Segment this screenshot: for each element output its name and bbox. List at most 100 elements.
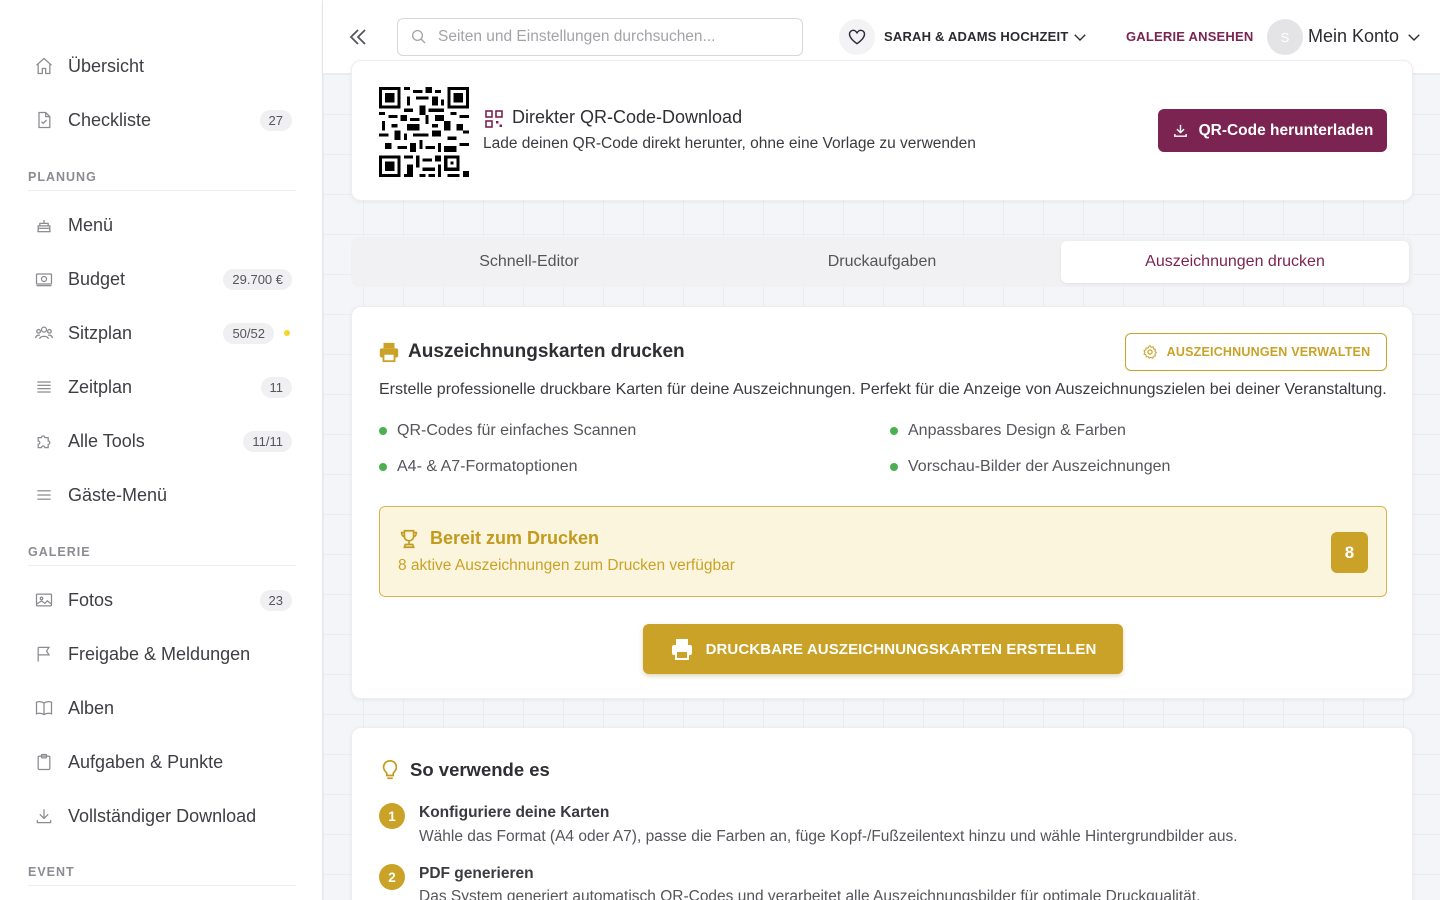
sidebar-item-label: Checkliste xyxy=(68,109,152,130)
step-number: 1 xyxy=(379,803,405,829)
step-number: 2 xyxy=(379,864,405,890)
image-icon xyxy=(28,584,60,616)
feature-item: Anpassbares Design & Farben xyxy=(890,422,1126,440)
step-title: Konfiguriere deine Karten xyxy=(419,804,610,821)
trophy-icon xyxy=(400,529,418,549)
amount-badge: 29.700 € xyxy=(223,268,292,290)
feature-text: QR-Codes für einfaches Scannen xyxy=(397,422,637,439)
search-box[interactable] xyxy=(397,18,803,56)
feature-text: Vorschau-Bilder der Auszeichnungen xyxy=(908,458,1171,475)
event-dropdown-toggle[interactable] xyxy=(1071,28,1089,51)
tab-bar: Schnell-Editor Druckaufgaben Auszeichnun… xyxy=(351,237,1413,287)
account-dropdown-toggle[interactable] xyxy=(1405,28,1423,51)
awards-print-card: Auszeichnungskarten drucken AUSZEICHNUNG… xyxy=(351,306,1413,699)
divider xyxy=(28,885,296,886)
ready-count-badge: 8 xyxy=(1331,532,1368,573)
sidebar-item-label: Übersicht xyxy=(68,55,145,76)
sidebar-item-albums[interactable]: Alben xyxy=(28,688,292,728)
bullet-dot xyxy=(379,463,387,471)
sidebar-item-menu[interactable]: Menü xyxy=(28,205,292,245)
money-icon xyxy=(28,263,60,295)
view-gallery-link[interactable]: GALERIE ANSEHEN xyxy=(1126,29,1253,44)
manage-awards-label: AUSZEICHNUNGEN VERWALTEN xyxy=(1166,345,1371,359)
sidebar-item-photos[interactable]: Fotos 23 xyxy=(28,580,292,620)
sidebar-item-sharing[interactable]: Freigabe & Meldungen xyxy=(28,634,292,674)
sidebar-item-checklist[interactable]: Checkliste 27 xyxy=(28,100,292,140)
search-input[interactable] xyxy=(438,28,778,46)
printer-icon xyxy=(379,342,399,363)
qr-download-button[interactable]: QR-Code herunterladen xyxy=(1158,109,1387,152)
event-selector[interactable]: SARAH & ADAMS HOCHZEIT xyxy=(884,29,1068,44)
account-menu[interactable]: Mein Konto xyxy=(1308,26,1399,47)
book-icon xyxy=(28,692,60,724)
gear-icon xyxy=(1142,345,1157,360)
tab-print-tasks[interactable]: Druckaufgaben xyxy=(707,241,1057,283)
qr-download-label: QR-Code herunterladen xyxy=(1198,121,1374,139)
chevron-down-icon xyxy=(1408,34,1420,41)
download-icon xyxy=(28,800,60,832)
tab-quick-editor[interactable]: Schnell-Editor xyxy=(355,241,703,283)
tab-print-awards[interactable]: Auszeichnungen drucken xyxy=(1061,241,1409,283)
awards-description: Erstelle professionelle druckbare Karten… xyxy=(379,381,1387,398)
feature-item: A4- & A7-Formatoptionen xyxy=(379,458,578,476)
sidebar-item-label: Vollständiger Download xyxy=(68,805,257,826)
heart-icon xyxy=(848,29,866,45)
sidebar-item-label: Gäste-Menü xyxy=(68,484,168,505)
search-icon xyxy=(411,29,426,44)
divider xyxy=(28,190,296,191)
double-chevron-left-icon xyxy=(349,29,366,45)
ready-subtitle: 8 aktive Auszeichnungen zum Drucken verf… xyxy=(398,557,735,574)
sidebar-item-label: Zeitplan xyxy=(68,376,133,397)
count-badge: 11/11 xyxy=(243,430,292,452)
feature-text: A4- & A7-Formatoptionen xyxy=(397,458,578,475)
lightbulb-icon xyxy=(382,760,398,780)
section-title-galerie: GALERIE xyxy=(28,545,91,559)
collapse-sidebar-button[interactable] xyxy=(345,24,371,50)
create-award-cards-button[interactable]: DRUCKBARE AUSZEICHNUNGSKARTEN ERSTELLEN xyxy=(643,624,1123,674)
sidebar-item-label: Alben xyxy=(68,697,115,718)
step-title: PDF generieren xyxy=(419,865,534,882)
sidebar-item-all-tools[interactable]: Alle Tools 11/11 xyxy=(28,421,292,461)
count-badge: 27 xyxy=(259,109,292,131)
puzzle-icon xyxy=(28,425,60,457)
clipboard-icon xyxy=(28,746,60,778)
sidebar-item-label: Fotos xyxy=(68,589,114,610)
sidebar: Übersicht Checkliste 27 PLANUNG Menü Bud… xyxy=(0,0,323,900)
sidebar-item-label: Menü xyxy=(68,214,114,235)
count-badge: 50/52 xyxy=(223,322,274,344)
sidebar-item-download[interactable]: Vollständiger Download xyxy=(28,796,292,836)
qr-code-image xyxy=(379,87,469,177)
avatar[interactable]: S xyxy=(1267,19,1303,55)
divider xyxy=(28,565,296,566)
users-icon xyxy=(28,317,60,349)
sidebar-item-tasks[interactable]: Aufgaben & Punkte xyxy=(28,742,292,782)
sidebar-item-guest-menu[interactable]: Gäste-Menü xyxy=(28,475,292,515)
sidebar-item-label: Budget xyxy=(68,268,126,289)
section-title-event: EVENT xyxy=(28,865,75,879)
list-icon xyxy=(28,371,60,403)
feature-item: Vorschau-Bilder der Auszeichnungen xyxy=(890,458,1170,476)
event-favorite-button[interactable] xyxy=(839,19,875,55)
step-description: Wähle das Format (A4 oder A7), passe die… xyxy=(419,828,1238,845)
how-to-title: So verwende es xyxy=(410,759,550,780)
create-award-cards-label: DRUCKBARE AUSZEICHNUNGSKARTEN ERSTELLEN xyxy=(705,640,1097,658)
ready-title: Bereit zum Drucken xyxy=(430,528,600,548)
qr-download-card: Direkter QR-Code-Download Lade deinen QR… xyxy=(351,60,1413,201)
menu-icon xyxy=(28,479,60,511)
count-badge: 23 xyxy=(259,589,292,611)
bullet-dot xyxy=(890,463,898,471)
count-badge: 11 xyxy=(260,376,292,398)
sidebar-item-label: Sitzplan xyxy=(68,322,133,343)
sidebar-item-seating[interactable]: Sitzplan 50/52 xyxy=(28,313,292,353)
feature-item: QR-Codes für einfaches Scannen xyxy=(379,422,636,440)
cake-icon xyxy=(28,209,60,241)
ready-to-print-box: Bereit zum Drucken 8 aktive Auszeichnung… xyxy=(379,506,1387,597)
sidebar-item-budget[interactable]: Budget 29.700 € xyxy=(28,259,292,299)
flag-icon xyxy=(28,638,60,670)
manage-awards-button[interactable]: AUSZEICHNUNGEN VERWALTEN xyxy=(1125,333,1387,371)
sidebar-item-label: Aufgaben & Punkte xyxy=(68,751,224,772)
sidebar-item-timeline[interactable]: Zeitplan 11 xyxy=(28,367,292,407)
sidebar-item-overview[interactable]: Übersicht xyxy=(28,46,292,86)
qr-section-description: Lade deinen QR-Code direkt herunter, ohn… xyxy=(483,135,976,152)
document-icon xyxy=(28,104,60,136)
